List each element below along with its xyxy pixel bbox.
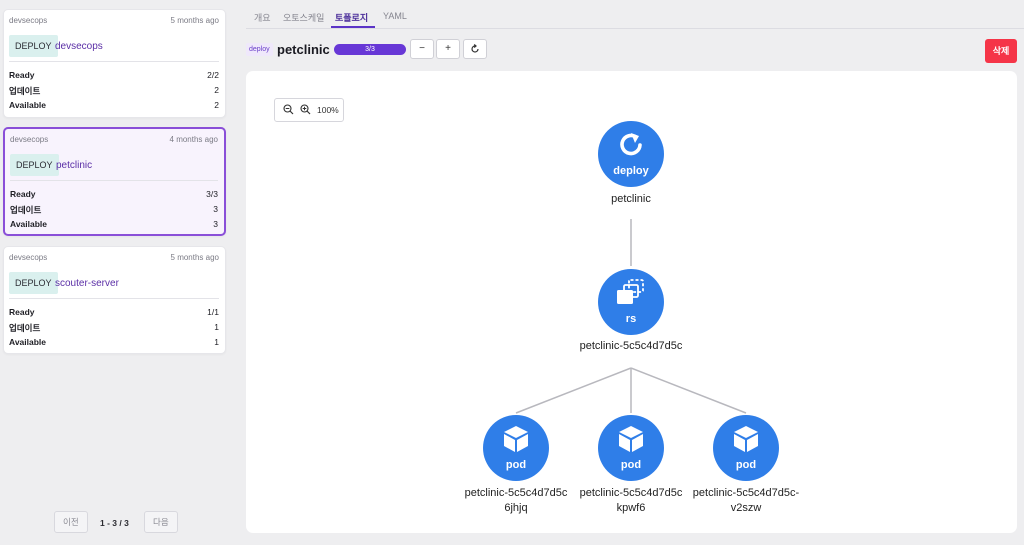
- tab-autoscale[interactable]: 오토스케일: [283, 11, 324, 24]
- node-kind-label: pod: [620, 459, 642, 471]
- deploy-tag: DEPLOY: [9, 35, 58, 57]
- edge-rs-pod: [630, 367, 747, 414]
- page-title: petclinic: [277, 42, 330, 57]
- stat-value: 3/3: [206, 189, 218, 199]
- stat-value: 1: [214, 322, 219, 332]
- divider: [9, 61, 219, 62]
- stat-row: 업데이트 3: [10, 204, 218, 216]
- pagination-info: 1 - 3 / 3: [100, 518, 129, 528]
- stat-row: 업데이트 1: [9, 322, 219, 334]
- pod-name-line: petclinic-5c5c4d7d5c-: [692, 487, 800, 499]
- card-age: 4 months ago: [169, 135, 218, 144]
- card-name[interactable]: scouter-server: [55, 278, 119, 289]
- card-age: 5 months ago: [170, 253, 219, 262]
- rollout-icon: [620, 133, 642, 156]
- pod-cube-icon: [504, 426, 528, 452]
- next-page-button[interactable]: 다음: [144, 511, 178, 533]
- edge-rs-pod: [515, 367, 632, 414]
- tab-overview[interactable]: 개요: [254, 11, 271, 24]
- card-namespace: devsecops: [10, 135, 49, 144]
- stat-value: 1: [214, 337, 219, 347]
- stat-label: 업데이트: [9, 86, 41, 96]
- deploy-node[interactable]: deploy: [598, 121, 664, 187]
- stat-row: Ready 1/1: [9, 307, 219, 319]
- stat-row: Available 1: [9, 337, 219, 349]
- tab-topology[interactable]: 토폴로지: [335, 11, 368, 24]
- node-kind-label: pod: [735, 459, 757, 471]
- pod-name-line: v2szw: [730, 502, 762, 514]
- pod-cube-icon: [619, 426, 643, 452]
- deploy-tag: DEPLOY: [10, 154, 59, 176]
- node-kind-label: rs: [625, 313, 637, 325]
- stat-label: Available: [9, 100, 47, 110]
- stat-value: 1/1: [207, 307, 219, 317]
- card-age: 5 months ago: [170, 16, 219, 25]
- deploy-tag: DEPLOY: [9, 272, 58, 294]
- deployment-card[interactable]: devsecops 5 months ago DEPLOY devsecops …: [3, 9, 226, 118]
- stat-row: Ready 3/3: [10, 189, 218, 201]
- replicaset-node-label: petclinic-5c5c4d7d5c: [579, 340, 683, 352]
- pod-node[interactable]: pod: [713, 415, 779, 481]
- stat-label: Available: [10, 219, 48, 229]
- node-kind-label: pod: [505, 459, 527, 471]
- divider: [10, 180, 218, 181]
- prev-page-button[interactable]: 이전: [54, 511, 88, 533]
- scale-down-button[interactable]: −: [410, 39, 434, 59]
- stat-label: Ready: [9, 70, 35, 80]
- refresh-button[interactable]: [463, 39, 487, 59]
- replicaset-node[interactable]: rs: [598, 269, 664, 335]
- stat-value: 2: [214, 100, 219, 110]
- card-name[interactable]: devsecops: [55, 41, 103, 52]
- pod-node-label: petclinic-5c5c4d7d5c- v2szw: [676, 486, 816, 516]
- card-name[interactable]: petclinic: [56, 160, 92, 171]
- stat-value: 2/2: [207, 70, 219, 80]
- tabs-divider: [246, 28, 1024, 29]
- stat-row: Available 3: [10, 219, 218, 231]
- pod-cube-icon: [734, 426, 758, 452]
- stat-label: Ready: [10, 189, 36, 199]
- scale-up-button[interactable]: +: [436, 39, 460, 59]
- replicaset-icon: [617, 279, 644, 304]
- stat-value: 3: [213, 204, 218, 214]
- delete-button[interactable]: 삭제: [985, 39, 1017, 63]
- tab-yaml[interactable]: YAML: [383, 11, 407, 21]
- card-namespace: devsecops: [9, 16, 48, 25]
- stat-row: Available 2: [9, 100, 219, 112]
- stat-value: 2: [214, 85, 219, 95]
- stat-row: 업데이트 2: [9, 85, 219, 97]
- pod-node[interactable]: pod: [483, 415, 549, 481]
- topology-canvas[interactable]: 100% deploy petclinic rs petclinic-5c5c4…: [246, 71, 1017, 533]
- deploy-node-label: petclinic: [611, 193, 651, 205]
- deployment-card[interactable]: devsecops 5 months ago DEPLOY scouter-se…: [3, 246, 226, 354]
- node-kind-label: deploy: [613, 165, 649, 177]
- stat-row: Ready 2/2: [9, 70, 219, 82]
- stat-value: 3: [213, 219, 218, 229]
- stat-label: Available: [9, 337, 47, 347]
- pod-node[interactable]: pod: [598, 415, 664, 481]
- ready-progress: 3/3: [334, 44, 406, 55]
- refresh-icon: [471, 44, 479, 53]
- stat-label: Ready: [9, 307, 35, 317]
- active-tab-indicator: [331, 26, 375, 28]
- kind-chip: deploy: [246, 43, 273, 56]
- deployment-card-selected[interactable]: devsecops 4 months ago DEPLOY petclinic …: [3, 127, 226, 236]
- stat-label: 업데이트: [9, 323, 41, 333]
- stat-label: 업데이트: [10, 205, 42, 215]
- card-namespace: devsecops: [9, 253, 48, 262]
- divider: [9, 298, 219, 299]
